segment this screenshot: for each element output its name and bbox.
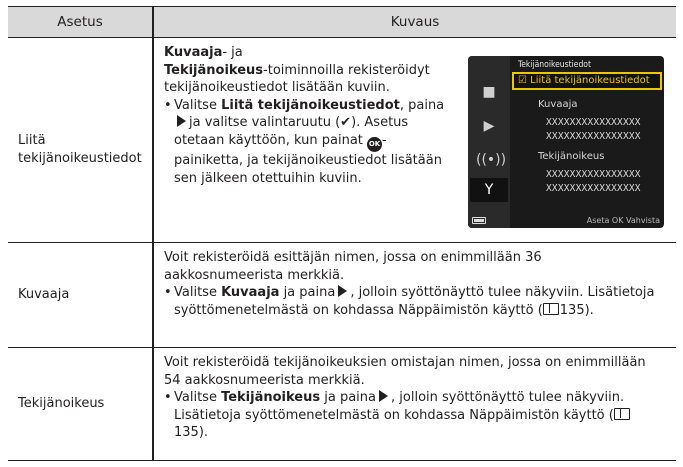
page-reference[interactable]: 135 — [560, 303, 585, 318]
bullet-item: • Valitse Kuvaaja ja paina, jolloin syöt… — [164, 285, 655, 318]
camera-icon: ■ — [482, 84, 496, 100]
check-icon: ✔ — [340, 115, 352, 131]
header-setting-cell: Asetus — [8, 7, 152, 38]
page-reference-icon — [613, 407, 630, 420]
camera-screen: ■ ▶ ((•)) Y Tekijänoikeustiedot ☑ Liitä … — [468, 56, 664, 228]
right-arrow-icon — [338, 285, 348, 298]
table-row: Tekijänoikeus Voit rekisteröidä tekijäno… — [8, 348, 676, 461]
bullet-item: • Valitse Tekijänoikeus ja paina, jolloi… — [164, 389, 664, 442]
header-description-cell: Kuvaus — [154, 7, 676, 38]
camera-value-copyright-2: XXXXXXXXXXXXXXXX — [546, 183, 641, 194]
wireless-icon: ((•)) — [476, 152, 507, 168]
header-setting: Asetus — [57, 14, 103, 30]
right-arrow-icon — [379, 390, 389, 403]
camera-menu-title: Tekijänoikeustiedot — [518, 60, 591, 70]
description-line: Voit rekisteröidä tekijänoikeuksien omis… — [164, 355, 646, 388]
right-arrow-icon — [177, 115, 186, 128]
wrench-icon: Y — [470, 178, 508, 202]
camera-label-photographer: Kuvaaja — [538, 99, 578, 110]
ok-button-icon: OK — [367, 136, 383, 152]
battery-icon — [472, 217, 486, 224]
camera-label-copyright: Tekijänoikeus — [538, 151, 605, 162]
settings-table: Asetus Kuvaus Liitä tekijänoikeustiedot … — [8, 6, 676, 461]
camera-menu-selected-item: ☑ Liitä tekijänoikeustiedot — [512, 72, 662, 90]
setting-name: Tekijänoikeus — [18, 396, 105, 411]
description-line: Voit rekisteröidä esittäjän nimen, jossa… — [164, 250, 542, 283]
camera-value-copyright-1: XXXXXXXXXXXXXXXX — [546, 169, 641, 180]
header-description: Kuvaus — [390, 14, 440, 30]
camera-footer: Aseta OK Vahvista — [586, 216, 660, 225]
camera-menu-sidebar: ■ ▶ ((•)) Y — [468, 56, 510, 228]
page-reference[interactable]: 135 — [174, 425, 199, 440]
table-row: Liitä tekijänoikeustiedot Kuvaaja- ja Te… — [8, 38, 676, 243]
setting-name: Kuvaaja — [18, 287, 70, 302]
movie-icon: ▶ — [483, 118, 495, 134]
camera-value-photographer-1: XXXXXXXXXXXXXXXX — [546, 117, 641, 128]
table-row: Kuvaaja Voit rekisteröidä esittäjän nime… — [8, 243, 676, 348]
setting-description: Kuvaaja- ja Tekijänoikeus-toiminnoilla r… — [164, 44, 454, 187]
setting-description: Voit rekisteröidä tekijänoikeuksien omis… — [164, 354, 664, 442]
setting-description: Voit rekisteröidä esittäjän nimen, jossa… — [164, 249, 664, 319]
camera-value-photographer-2: XXXXXXXXXXXXXXXX — [546, 131, 641, 142]
setting-name: Liitä tekijänoikeustiedot — [18, 133, 142, 166]
bullet-item: • Valitse Liitä tekijänoikeustiedot, pai… — [164, 97, 445, 186]
page-reference-icon — [542, 302, 559, 315]
intro-text: Kuvaaja- ja Tekijänoikeus-toiminnoilla r… — [164, 45, 430, 96]
